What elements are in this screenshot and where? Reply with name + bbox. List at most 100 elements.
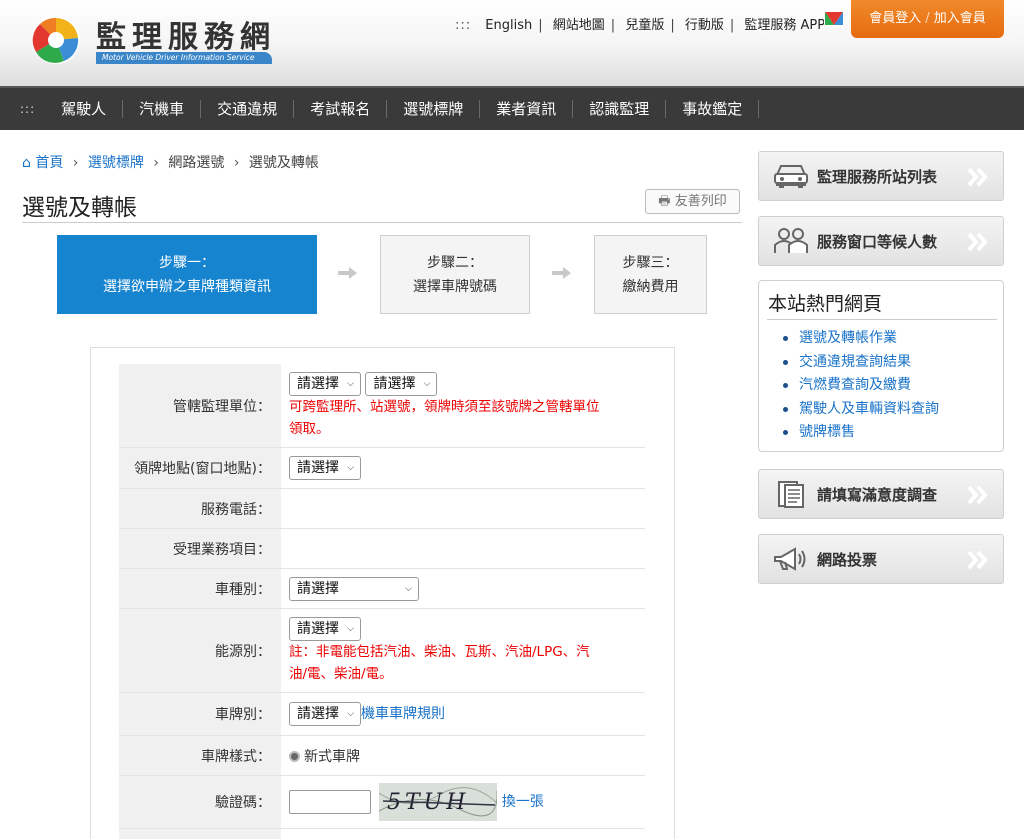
captcha-input[interactable]: [289, 790, 371, 814]
plate-style-label: 車牌樣式：: [119, 736, 281, 775]
printer-icon: 🖶: [658, 194, 671, 209]
phone-value: [289, 489, 645, 528]
car-icon: [774, 165, 808, 188]
popular-link-fuel-fee[interactable]: 汽燃費查詢及繳費: [783, 374, 939, 398]
link-english[interactable]: English: [485, 18, 532, 33]
accesskey-dots[interactable]: :::: [455, 18, 471, 33]
nav-dots[interactable]: :::: [20, 102, 35, 116]
print-button[interactable]: 🖶 友善列印: [645, 189, 740, 214]
plate-type-select[interactable]: 請選擇 ⌵: [289, 702, 361, 726]
chevron-down-icon: ⌵: [347, 463, 354, 473]
station-list-button[interactable]: 監理服務所站列表: [758, 151, 1004, 201]
row-phone: 服務電話：: [119, 489, 645, 529]
row-pickup: 領牌地點(窗口地點)： 請選擇 ⌵: [119, 448, 645, 489]
row-next: [119, 829, 645, 839]
waiting-count-button[interactable]: 服務窗口等候人數: [758, 216, 1004, 266]
row-office: 管轄監理單位： 請選擇 ⌵ 請選擇 ⌵ 可跨監理所、站選號，領牌時須至該號牌之管轄單…: [119, 364, 645, 448]
row-vehicle-type: 車種別： 請選擇 ⌵: [119, 569, 645, 609]
link-sitemap[interactable]: 網站地圖: [553, 14, 605, 33]
phone-label: 服務電話：: [119, 489, 281, 528]
office-select-1[interactable]: 請選擇 ⌵: [289, 371, 361, 396]
chevron-down-icon: ⌵: [405, 583, 412, 594]
home-icon[interactable]: ⌂: [22, 155, 31, 171]
row-captcha: 驗證碼： 5TUH 換一張: [119, 776, 645, 829]
link-kids[interactable]: 兒童版: [625, 14, 664, 33]
new-plate-option-label[interactable]: 新式車牌: [304, 749, 360, 765]
row-plate-style: 車牌樣式： 新式車牌: [119, 736, 645, 776]
register-label[interactable]: 加入會員: [934, 11, 986, 26]
title-divider: [22, 222, 742, 223]
captcha-refresh-link[interactable]: 換一張: [502, 794, 544, 810]
chevron-down-icon: ⌵: [347, 709, 354, 719]
step-arrow-icon: [552, 267, 571, 279]
chevron-down-icon: ⌵: [347, 378, 354, 389]
captcha-image: 5TUH: [379, 783, 498, 821]
energy-label: 能源別：: [119, 609, 281, 692]
site-header: 監理服務網 Motor Vehicle Driver Information S…: [0, 0, 1024, 86]
pickup-select[interactable]: 請選擇 ⌵: [289, 456, 361, 480]
double-chevron-icon: [967, 232, 988, 252]
nav-item-accident[interactable]: 事故鑑定: [666, 100, 760, 118]
accessibility-flag-icon[interactable]: [823, 9, 845, 29]
moto-plate-rules-link[interactable]: 機車車牌規則: [361, 706, 445, 722]
popular-link-driver-vehicle[interactable]: 駕駛人及車輛資料查詢: [783, 398, 939, 422]
breadcrumb-home[interactable]: 首頁: [35, 155, 63, 171]
nav-item-vehicle[interactable]: 汽機車: [123, 100, 202, 118]
plate-type-label: 車牌別：: [119, 693, 281, 735]
popular-pages-title: 本站熱門網頁: [768, 293, 883, 315]
popular-link-violation[interactable]: 交通違規查詢結果: [783, 351, 939, 375]
logo-icon[interactable]: [30, 14, 82, 66]
login-label[interactable]: 會員登入: [869, 11, 921, 26]
popular-pages-panel: 本站熱門網頁 選號及轉帳作業 交通違規查詢結果 汽燃費查詢及繳費 駕駛人及車輛資…: [758, 280, 1004, 452]
popular-link-plate-auction[interactable]: 號牌標售: [783, 421, 939, 445]
row-plate-type: 車牌別： 請選擇 ⌵ 機車車牌規則: [119, 693, 645, 736]
nav-item-exam[interactable]: 考試報名: [294, 100, 388, 118]
logo-subtitle: Motor Vehicle Driver Information Service: [96, 52, 272, 64]
online-vote-button[interactable]: 網路投票: [758, 534, 1004, 584]
office-note-line1: 可跨監理所、站選號，領牌時須至該號牌之管轄單位: [289, 398, 600, 415]
breadcrumb-plate[interactable]: 選號標牌: [88, 155, 144, 171]
row-business: 受理業務項目：: [119, 529, 645, 569]
link-app[interactable]: 監理服務 APP: [744, 14, 825, 33]
nav-item-violation[interactable]: 交通違規: [201, 100, 295, 118]
vehicle-type-select[interactable]: 請選擇 ⌵: [289, 576, 419, 601]
logo-title[interactable]: 監理服務網: [96, 12, 276, 56]
breadcrumb-online-select: 網路選號: [168, 155, 225, 171]
row-energy: 能源別： 請選擇 ⌵ 註：非電能包括汽油、柴油、瓦斯、汽油/LPG、汽 油/電、柴…: [119, 609, 645, 693]
chevron-down-icon: ⌵: [347, 623, 354, 634]
nav-item-driver[interactable]: 駕駛人: [45, 100, 124, 118]
double-chevron-icon: [967, 485, 988, 505]
step-arrow-icon: [338, 267, 357, 279]
new-plate-radio[interactable]: [289, 751, 300, 762]
breadcrumb-current: 選號及轉帳: [248, 155, 319, 171]
popular-link-select-transfer[interactable]: 選號及轉帳作業: [783, 327, 939, 351]
survey-icon: [778, 481, 804, 508]
people-icon: [774, 228, 808, 253]
nav-item-about[interactable]: 認識監理: [573, 100, 667, 118]
login-register-button[interactable]: 會員登入 / 加入會員: [851, 0, 1004, 38]
step-3: 步驟三： 繳納費用: [594, 235, 707, 314]
energy-note-line1: 註：非電能包括汽油、柴油、瓦斯、汽油/LPG、汽: [289, 643, 590, 660]
double-chevron-icon: [967, 550, 988, 570]
breadcrumb: ⌂ 首頁 › 選號標牌 › 網路選號 › 選號及轉帳: [22, 155, 319, 171]
main-nav: ::: 駕駛人 汽機車 交通違規 考試報名 選號標牌 業者資訊 認識監理 事故鑑…: [0, 86, 1024, 130]
step-1: 步驟一： 選擇欲申辦之車牌種類資訊: [57, 235, 317, 314]
megaphone-icon: [774, 547, 806, 571]
business-value: [289, 529, 645, 568]
office-label: 管轄監理單位：: [119, 364, 281, 447]
energy-select[interactable]: 請選擇 ⌵: [289, 616, 361, 641]
vehicle-type-label: 車種別：: [119, 569, 281, 608]
nav-item-plate[interactable]: 選號標牌: [387, 100, 481, 118]
page-title: 選號及轉帳: [22, 195, 137, 221]
top-links: ::: English | 網站地圖 | 兒童版 | 行動版 | 監理服務 APP: [455, 14, 825, 33]
business-label: 受理業務項目：: [119, 529, 281, 568]
link-mobile[interactable]: 行動版: [685, 14, 724, 33]
pickup-label: 領牌地點(窗口地點)：: [119, 448, 281, 488]
step-2: 步驟二： 選擇車牌號碼: [380, 235, 530, 314]
popular-pages-list: 選號及轉帳作業 交通違規查詢結果 汽燃費查詢及繳費 駕駛人及車輛資料查詢 號牌標…: [783, 327, 939, 445]
survey-button[interactable]: 請填寫滿意度調查: [758, 469, 1004, 519]
office-select-2[interactable]: 請選擇 ⌵: [365, 371, 438, 396]
captcha-label: 驗證碼：: [119, 776, 281, 828]
nav-item-industry[interactable]: 業者資訊: [480, 100, 574, 118]
chevron-down-icon: ⌵: [423, 378, 431, 389]
